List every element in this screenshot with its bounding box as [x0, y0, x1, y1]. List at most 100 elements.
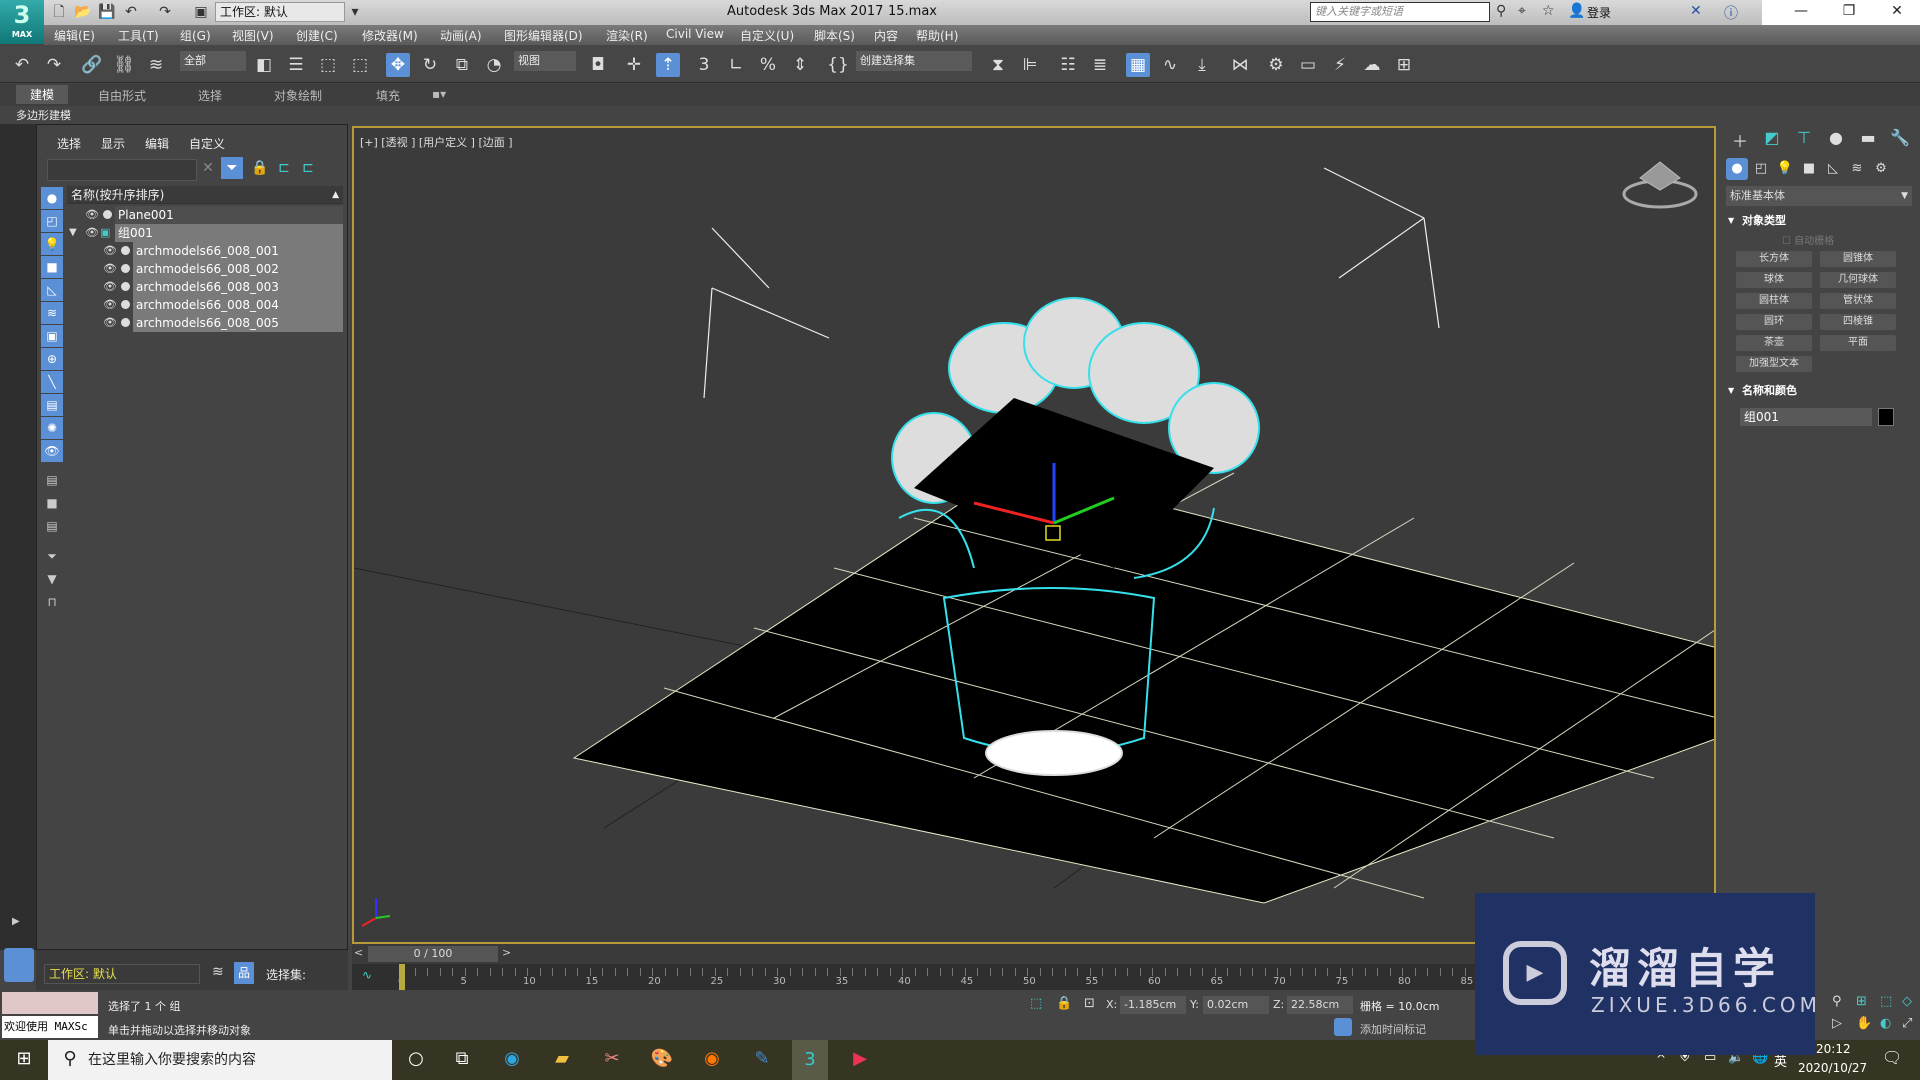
explorer-menu-select[interactable]: 选择 — [57, 135, 81, 152]
menu-graph-editors[interactable]: 图形编辑器(D) — [504, 27, 583, 44]
render-production-icon[interactable]: ⚡ — [1328, 53, 1352, 77]
next-frame-icon[interactable]: > — [502, 946, 511, 959]
select-rotate-icon[interactable]: ↻ — [418, 53, 442, 77]
maxscript-mini-input[interactable]: 欢迎使用 MAXSc — [2, 1016, 98, 1038]
prev-frame-icon[interactable]: < — [354, 946, 363, 959]
visibility-eye-icon[interactable]: 👁 — [103, 314, 117, 332]
camera-filter-icon[interactable]: ■ — [41, 256, 63, 278]
task-view-icon[interactable]: ⧉ — [448, 1048, 476, 1072]
expand-triangle-icon[interactable]: ▼ — [69, 224, 77, 242]
menu-edit[interactable]: 编辑(E) — [54, 27, 95, 44]
clear-search-icon[interactable]: ✕ — [197, 157, 219, 179]
toggle-ribbon-icon[interactable]: ▦ — [1126, 53, 1150, 77]
name-color-rollout-header[interactable]: ▼ 名称和颜色 — [1726, 382, 1912, 400]
selection-filter-dropdown[interactable]: 全部 — [180, 51, 246, 71]
menu-rendering[interactable]: 渲染(R) — [606, 27, 648, 44]
ribbon-tab-selection[interactable]: 选择 — [198, 87, 222, 104]
lights-icon[interactable]: 💡 — [1774, 158, 1796, 180]
restore-icon[interactable]: ❐ — [1824, 3, 1874, 19]
object-type-rollout-header[interactable]: ▼ 对象类型 — [1726, 212, 1912, 230]
zoom-extents-icon[interactable]: ⬚ — [1880, 994, 1892, 1009]
perspective-viewport[interactable]: [+] [透视 ] [用户定义 ] [边面 ] — [352, 126, 1716, 944]
filter-selection-icon[interactable]: ▼ — [41, 568, 63, 590]
exchange-icon[interactable]: ✕ — [1690, 3, 1702, 19]
explorer-column-header[interactable]: 名称(按升序排序) ▲ — [67, 186, 343, 204]
isolate-selection-icon[interactable]: ⬚ — [1030, 996, 1042, 1011]
maximize-viewport-icon[interactable]: ⤢ — [1902, 1016, 1912, 1031]
x-coordinate-input[interactable]: -1.185cm — [1120, 996, 1186, 1014]
rendered-frame-window-icon[interactable]: ▭ — [1296, 53, 1320, 77]
ribbon-tab-modeling[interactable]: 建模 — [16, 85, 69, 104]
orbit-icon[interactable]: ◐ — [1880, 1016, 1891, 1031]
render-setup-icon[interactable]: ⚙ — [1264, 53, 1288, 77]
teapot-button[interactable]: 茶壶 — [1736, 335, 1812, 351]
star-icon[interactable]: ☆ — [1542, 3, 1555, 19]
freeze-dot-icon[interactable] — [121, 246, 130, 255]
spacewarp-filter-icon[interactable]: ≋ — [41, 302, 63, 324]
cylinder-button[interactable]: 圆柱体 — [1736, 293, 1812, 309]
ribbon-tab-populate[interactable]: 填充 — [376, 87, 400, 104]
scene-item-child[interactable]: 👁 archmodels66_008_004 — [67, 296, 343, 314]
visibility-eye-icon[interactable]: 👁 — [85, 224, 99, 242]
torus-button[interactable]: 圆环 — [1736, 314, 1812, 330]
snipping-tool-icon[interactable]: ✂ — [598, 1048, 626, 1072]
workspace-dropdown[interactable]: 工作区: 默认 — [215, 2, 345, 22]
3dsmax-taskbar-icon[interactable]: 3 — [792, 1040, 828, 1080]
visibility-eye-icon[interactable]: 👁 — [103, 260, 117, 278]
clock-date[interactable]: 2020/10/27 — [1798, 1061, 1867, 1075]
select-manipulate-icon[interactable]: ✛ — [622, 53, 646, 77]
freeze-dot-icon[interactable] — [121, 282, 130, 291]
firefox-icon[interactable]: ◉ — [698, 1048, 726, 1072]
cone-button[interactable]: 圆锥体 — [1820, 251, 1896, 267]
motion-tab-icon[interactable]: ● — [1822, 128, 1850, 152]
percent-snap-icon[interactable]: % — [756, 53, 780, 77]
time-tag-icon[interactable] — [1334, 1018, 1352, 1036]
reference-coordinate-dropdown[interactable]: 视图 — [514, 51, 576, 71]
scene-item-child[interactable]: 👁 archmodels66_008_001 — [67, 242, 343, 260]
edit-named-selection-icon[interactable]: {} — [826, 53, 850, 77]
redo-icon[interactable]: ↷ — [42, 53, 66, 77]
selection-lock-icon[interactable]: 🔒 — [1056, 996, 1072, 1011]
satellite-icon[interactable]: ⌖ — [1518, 3, 1526, 19]
group-filter-icon[interactable]: ▣ — [41, 325, 63, 347]
systems-icon[interactable]: ⚙ — [1870, 158, 1892, 180]
workspace-selector[interactable]: 工作区: 默认 — [44, 964, 200, 984]
render-cloud-icon[interactable]: ☁ — [1360, 53, 1384, 77]
time-slider-thumb[interactable]: 0 / 100 — [368, 946, 498, 962]
app-logo[interactable]: 3 MAX — [0, 0, 44, 44]
ribbon-tab-freeform[interactable]: 自由形式 — [98, 87, 146, 104]
pan-icon[interactable]: ✋ — [1856, 1016, 1872, 1031]
visibility-eye-icon[interactable]: 👁 — [85, 206, 99, 224]
spinner-snap-icon[interactable]: ⇕ — [788, 53, 812, 77]
hierarchy-tab-icon[interactable]: ⊤ — [1790, 128, 1818, 152]
hidden-filter-icon[interactable]: 👁 — [41, 440, 63, 462]
utilities-tab-icon[interactable]: 🔧 — [1886, 128, 1914, 152]
notification-center-icon[interactable]: 🗨 — [1882, 1048, 1902, 1067]
z-coordinate-input[interactable]: 22.58cm — [1287, 996, 1353, 1014]
menu-views[interactable]: 视图(V) — [232, 27, 274, 44]
visibility-eye-icon[interactable]: 👁 — [103, 242, 117, 260]
tube-button[interactable]: 管状体 — [1820, 293, 1896, 309]
freeze-dot-icon[interactable] — [121, 318, 130, 327]
windows-start-icon[interactable]: ⊞ — [10, 1048, 38, 1072]
menu-help[interactable]: 帮助(H) — [916, 27, 958, 44]
align-icon[interactable]: ⊫ — [1018, 53, 1042, 77]
display-tab-icon[interactable]: ▬ — [1854, 128, 1882, 152]
explorer-search-input[interactable] — [47, 159, 197, 181]
menu-scripting[interactable]: 脚本(S) — [814, 27, 855, 44]
login-button[interactable]: 登录 — [1587, 4, 1611, 21]
select-by-name-icon[interactable]: ☰ — [284, 53, 308, 77]
bone-filter-icon[interactable]: ╲ — [41, 371, 63, 393]
menu-group[interactable]: 组(G) — [180, 27, 211, 44]
layer-sort-icon[interactable]: ⊏ — [297, 157, 319, 179]
scene-explorer-icon[interactable]: 品 — [234, 962, 254, 984]
ribbon-options-icon[interactable]: ▪▾ — [432, 87, 446, 101]
scene-item-child[interactable]: 👁 archmodels66_008_002 — [67, 260, 343, 278]
select-move-icon[interactable]: ✥ — [386, 53, 410, 77]
scene-item-group001[interactable]: ▼ 👁 ▣ 组001 — [67, 224, 343, 242]
select-scale-icon[interactable]: ⧉ — [450, 53, 474, 77]
undo-quick-icon[interactable]: ↶ — [122, 3, 140, 21]
help-icon[interactable]: ⓘ — [1724, 3, 1738, 23]
new-file-icon[interactable]: 🗋 — [50, 3, 68, 21]
container-filter-icon[interactable]: ▤ — [41, 394, 63, 416]
